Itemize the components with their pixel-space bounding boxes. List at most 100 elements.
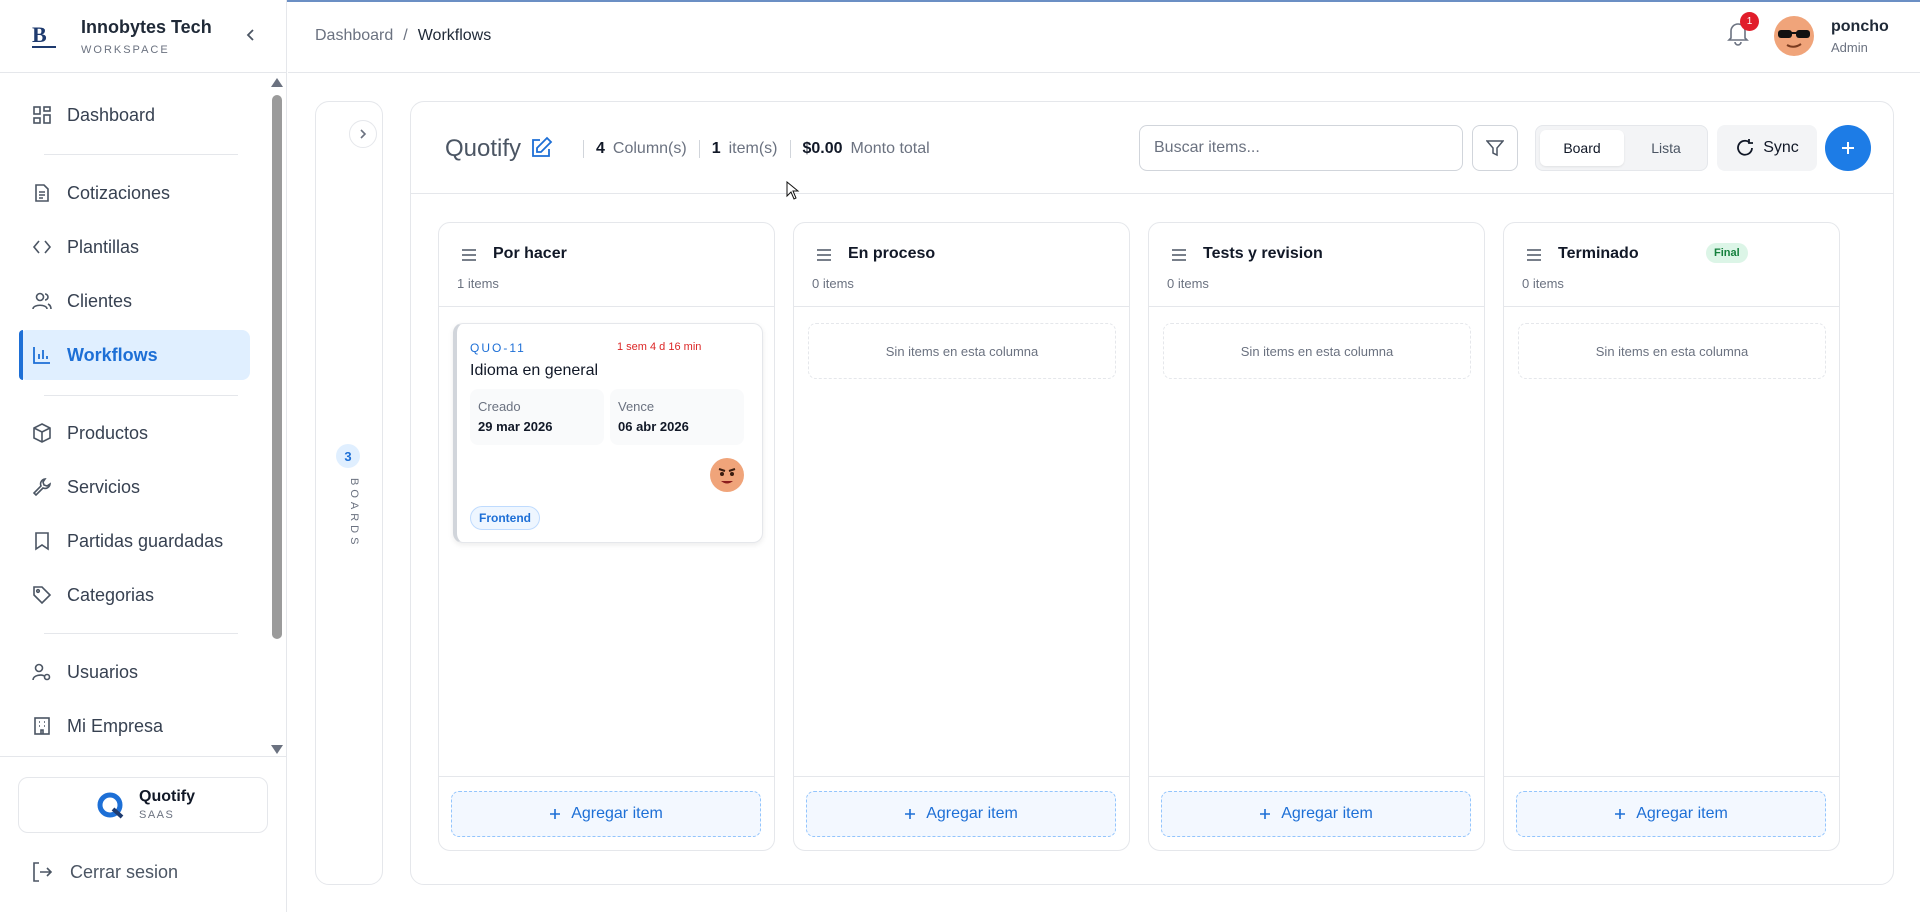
collapse-sidebar-button[interactable]	[240, 24, 262, 46]
plus-icon	[905, 809, 916, 819]
add-item-column-button[interactable]: Agregar item	[1516, 791, 1826, 837]
scroll-down-arrow[interactable]	[271, 745, 283, 754]
drag-handle-icon[interactable]	[461, 248, 477, 262]
user-role: Admin	[1831, 40, 1868, 55]
edit-icon[interactable]	[529, 136, 553, 160]
view-toggle: Board Lista	[1535, 125, 1708, 171]
columns-count: 4	[596, 140, 605, 157]
add-item-column-button[interactable]: Agregar item	[451, 791, 761, 837]
breadcrumb-separator: /	[403, 27, 408, 44]
add-item-column-button[interactable]: Agregar item	[806, 791, 1116, 837]
board-toolbar: Quotify 4 Column(s) 1 item(s) $0.00 Mont…	[411, 102, 1893, 194]
column-footer: Agregar item	[1504, 776, 1839, 850]
card-title: Idioma en general	[470, 362, 599, 379]
card-elapsed-time: 1 sem 4 d 16 min	[617, 341, 702, 353]
drag-handle-icon[interactable]	[816, 248, 832, 262]
search-input[interactable]	[1139, 125, 1463, 171]
user-avatar-face-icon	[1778, 30, 1810, 48]
stat-separator	[789, 140, 791, 158]
quotify-logo-icon	[97, 792, 124, 819]
column-count: 1 items	[457, 276, 499, 291]
scroll-up-arrow[interactable]	[271, 78, 283, 87]
breadcrumb-dashboard[interactable]: Dashboard	[315, 27, 393, 45]
brand-header: B Innobytes Tech WORKSPACE	[0, 0, 286, 73]
sidebar-item-clientes[interactable]: Clientes	[19, 276, 250, 326]
logout-icon	[33, 862, 53, 882]
column-title: Terminado	[1558, 245, 1639, 262]
user-settings-icon	[32, 663, 51, 681]
due-date: 06 abr 2026	[618, 419, 689, 434]
chevron-right-icon	[360, 129, 367, 139]
box-icon	[33, 423, 51, 443]
card-tag: Frontend	[470, 506, 540, 530]
add-item-column-button[interactable]: Agregar item	[1161, 791, 1471, 837]
sync-label: Sync	[1763, 139, 1799, 156]
column-en-proceso: En proceso 0 items Sin items en esta col…	[793, 222, 1130, 851]
sidebar-item-mi-empresa[interactable]: Mi Empresa	[19, 701, 250, 751]
logout-button[interactable]: Cerrar sesion	[30, 857, 178, 887]
sidebar-item-partidas-guardadas[interactable]: Partidas guardadas	[19, 516, 250, 566]
code-icon	[32, 240, 52, 254]
bookmark-icon	[35, 532, 49, 551]
column-count: 0 items	[1522, 276, 1564, 291]
sync-button[interactable]: Sync	[1717, 125, 1817, 171]
sidebar-item-workflows[interactable]: Workflows	[19, 330, 250, 380]
mouse-cursor-icon	[786, 181, 800, 200]
board-title: Quotify	[445, 135, 522, 162]
column-header: Tests y revision 0 items	[1149, 223, 1484, 307]
add-item-button[interactable]	[1825, 125, 1871, 171]
nav-divider	[44, 395, 238, 396]
sidebar-item-categorias[interactable]: Categorias	[19, 570, 250, 620]
sidebar-item-servicios[interactable]: Servicios	[19, 462, 250, 512]
breadcrumb: Dashboard / Workflows	[315, 27, 491, 45]
assignee-face-icon	[718, 468, 736, 484]
brand-name: Innobytes Tech	[81, 17, 212, 37]
brand-subtitle: WORKSPACE	[81, 44, 170, 56]
boards-count-badge: 3	[336, 444, 360, 468]
plus-icon	[550, 809, 561, 819]
top-header: Dashboard / Workflows 1 poncho Admin	[288, 2, 1920, 73]
filter-button[interactable]	[1472, 125, 1518, 171]
avatar[interactable]	[1774, 16, 1814, 56]
user-name: poncho	[1831, 18, 1889, 35]
brand-logo-icon: B	[32, 22, 56, 48]
sidebar-item-cotizaciones[interactable]: Cotizaciones	[19, 168, 250, 218]
sidebar-item-plantillas[interactable]: Plantillas	[19, 222, 250, 272]
sidebar-item-label: Workflows	[67, 344, 158, 365]
svg-text:B: B	[32, 22, 47, 47]
due-date-box: Vence 06 abr 2026	[610, 389, 744, 445]
scroll-thumb[interactable]	[272, 95, 282, 639]
workflow-board: Quotify 4 Column(s) 1 item(s) $0.00 Mont…	[410, 101, 1894, 885]
logout-label: Cerrar sesion	[70, 861, 179, 882]
column-count: 0 items	[812, 276, 854, 291]
company-switcher[interactable]: Quotify SAAS	[18, 777, 268, 833]
view-list-button[interactable]: Lista	[1628, 130, 1704, 166]
boards-label: BOARDS	[348, 478, 360, 549]
column-count: 0 items	[1167, 276, 1209, 291]
drag-handle-icon[interactable]	[1171, 248, 1187, 262]
card-code: QUO-11	[470, 341, 526, 355]
column-title: Por hacer	[493, 245, 567, 262]
company-plan: SAAS	[139, 809, 175, 821]
expand-boards-button[interactable]	[349, 120, 377, 148]
created-date: 29 mar 2026	[478, 419, 553, 434]
due-label: Vence	[618, 399, 655, 414]
sidebar-item-label: Servicios	[67, 476, 141, 497]
sidebar-item-label: Plantillas	[67, 236, 140, 257]
view-board-button[interactable]: Board	[1540, 130, 1624, 166]
column-footer: Agregar item	[794, 776, 1129, 850]
wrench-icon	[32, 478, 51, 497]
column-header: En proceso 0 items	[794, 223, 1129, 307]
sidebar-item-dashboard[interactable]: Dashboard	[19, 90, 250, 140]
sidebar-scrollbar[interactable]	[271, 78, 283, 754]
drag-handle-icon[interactable]	[1526, 248, 1542, 262]
sidebar-item-productos[interactable]: Productos	[19, 408, 250, 458]
sidebar-item-usuarios[interactable]: Usuarios	[19, 647, 250, 697]
column-header: Por hacer 1 items	[439, 223, 774, 307]
task-card[interactable]: QUO-11 1 sem 4 d 16 min Idioma en genera…	[453, 323, 763, 543]
assignee-avatar[interactable]	[710, 458, 744, 492]
nav-divider	[44, 154, 238, 155]
sidebar-nav: Dashboard Cotizaciones Plantillas Client…	[0, 73, 287, 756]
chevron-left-icon	[246, 29, 254, 41]
column-title: En proceso	[848, 245, 936, 262]
